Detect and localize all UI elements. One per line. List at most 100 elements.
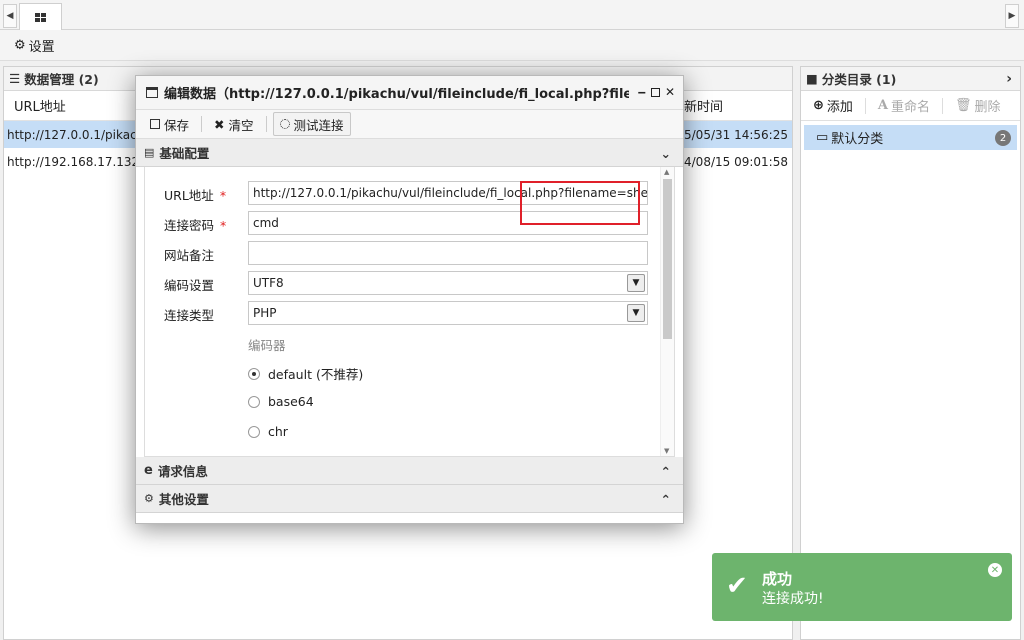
close-icon[interactable]: ✕	[665, 85, 675, 99]
form-scrollbar[interactable]: ▲ ▼	[660, 167, 674, 456]
radio-button[interactable]	[248, 367, 260, 380]
column-header-url[interactable]: URL地址	[14, 96, 66, 115]
delete-category-button[interactable]: 🗑 删除	[955, 96, 1001, 115]
scrollbar-thumb[interactable]	[663, 179, 672, 339]
tab-home[interactable]	[19, 3, 62, 30]
encoder-option-label: base64	[268, 394, 314, 409]
clear-button[interactable]: ✖ 清空	[208, 112, 260, 136]
scroll-up-icon[interactable]: ▲	[664, 168, 669, 176]
note-row: 网站备注	[145, 241, 674, 265]
list-icon: ☰	[9, 71, 21, 86]
chevron-up-icon: ⌃	[660, 464, 671, 479]
note-field[interactable]	[248, 241, 648, 265]
encoder-option-label: default (不推荐)	[268, 367, 364, 382]
font-icon: A	[877, 98, 889, 113]
gears-icon: ⚙	[144, 492, 154, 505]
dialog-title: 编辑数据（http://127.0.0.1/pikachu/vul/filein…	[164, 87, 629, 102]
url-label: URL地址 *	[164, 188, 227, 203]
close-icon[interactable]: ✕	[988, 563, 1002, 577]
save-label: 保存	[164, 117, 190, 133]
rename-category-button[interactable]: A 重命名	[878, 96, 930, 115]
file-icon: ▤	[144, 146, 155, 159]
encoder-option-label: chr	[268, 424, 288, 439]
plus-circle-icon: ⊕	[813, 98, 824, 113]
window-icon	[146, 87, 158, 98]
divider	[265, 116, 267, 132]
accordion-basic-config[interactable]: ▤ 基础配置 ⌄	[136, 139, 683, 167]
edit-data-dialog: 编辑数据（http://127.0.0.1/pikachu/vul/filein…	[135, 75, 684, 524]
rename-label: 重命名	[891, 100, 931, 115]
window-controls: ‒ ✕	[638, 85, 675, 99]
note-label: 网站备注	[164, 248, 215, 263]
encoder-option-chr[interactable]: chr	[248, 424, 288, 439]
spinner-icon	[279, 119, 290, 129]
save-icon	[150, 119, 160, 129]
grid-icon	[35, 12, 46, 22]
accordion-request-info[interactable]: e 请求信息 ⌃	[136, 457, 683, 485]
success-toast: ✔ 成功 连接成功! ✕	[712, 553, 1012, 621]
type-row: 连接类型 PHP ▼	[145, 301, 674, 325]
minimize-icon[interactable]: ‒	[638, 85, 646, 99]
type-label: 连接类型	[164, 308, 215, 323]
browser-e-icon: e	[144, 463, 153, 478]
category-label: 默认分类	[831, 132, 884, 147]
encoder-option-base64[interactable]: base64	[248, 394, 314, 409]
radio-button[interactable]	[248, 395, 260, 408]
folder-icon: ■	[806, 71, 818, 86]
settings-label: 设置	[28, 39, 55, 55]
type-value: PHP	[253, 306, 277, 320]
data-panel-title: 数据管理 (2)	[24, 72, 99, 87]
delete-label: 删除	[974, 100, 1001, 115]
trash-icon: 🗑	[955, 98, 972, 113]
divider	[201, 116, 203, 132]
category-item-default[interactable]: ▭ 默认分类 2	[804, 125, 1017, 150]
clear-label: 清空	[228, 117, 254, 133]
encoding-select[interactable]: UTF8 ▼	[248, 271, 648, 295]
folder-open-icon: ▭	[816, 130, 829, 145]
test-label: 测试连接	[293, 117, 344, 133]
toast-message: 连接成功!	[762, 591, 824, 607]
section-basic-label: 基础配置	[159, 146, 210, 161]
highlight-box	[520, 181, 640, 225]
scroll-down-icon[interactable]: ▼	[664, 447, 669, 455]
gear-icon: ⚙	[14, 37, 26, 53]
category-panel-title: 分类目录 (1)	[821, 72, 897, 87]
settings-button[interactable]: ⚙ 设置	[14, 36, 55, 55]
toast-title: 成功	[762, 570, 793, 588]
tab-scroll-right-button[interactable]: ▶	[1005, 4, 1019, 28]
category-panel-header: ■ 分类目录 (1) ›	[801, 67, 1020, 91]
row-url-cell: http://127.0.0.1/pikac	[7, 127, 137, 142]
chevron-right-icon[interactable]: ›	[1006, 71, 1012, 87]
column-header-time[interactable]: 新时间	[684, 96, 723, 115]
tab-scroll-left-button[interactable]: ◀	[3, 4, 17, 28]
chevron-down-icon: ⌄	[660, 146, 671, 161]
tab-strip: ◀ ▶	[0, 0, 1024, 30]
main-toolbar: ⚙ 设置	[0, 30, 1024, 61]
add-label: 添加	[826, 100, 853, 115]
dialog-titlebar[interactable]: 编辑数据（http://127.0.0.1/pikachu/vul/filein…	[136, 76, 683, 109]
chevron-up-icon: ⌃	[660, 492, 671, 507]
encoding-label: 编码设置	[164, 278, 215, 293]
maximize-icon[interactable]	[650, 87, 660, 97]
divider	[942, 97, 944, 114]
encoding-row: 编码设置 UTF8 ▼	[145, 271, 674, 295]
close-icon: ✖	[214, 116, 225, 132]
accordion-other-settings[interactable]: ⚙ 其他设置 ⌃	[136, 485, 683, 513]
encoder-option-default[interactable]: default (不推荐)	[248, 364, 363, 383]
chevron-down-icon: ▼	[627, 274, 645, 292]
row-time-cell: 4/08/15 09:01:58	[684, 154, 788, 169]
type-select[interactable]: PHP ▼	[248, 301, 648, 325]
encoder-label: 编码器	[248, 338, 286, 353]
dialog-toolbar: 保存 ✖ 清空 测试连接	[136, 109, 683, 139]
checkmark-icon: ✔	[726, 571, 748, 601]
radio-button[interactable]	[248, 425, 260, 438]
encoding-value: UTF8	[253, 276, 284, 290]
test-connection-button[interactable]: 测试连接	[272, 112, 351, 136]
divider	[864, 97, 866, 114]
chevron-down-icon: ▼	[627, 304, 645, 322]
row-url-cell: http://192.168.17.132	[7, 154, 140, 169]
section-request-label: 请求信息	[157, 464, 208, 479]
add-category-button[interactable]: ⊕ 添加	[813, 96, 853, 115]
save-button[interactable]: 保存	[144, 112, 195, 136]
category-toolbar: ⊕ 添加 A 重命名 🗑 删除	[801, 91, 1020, 121]
